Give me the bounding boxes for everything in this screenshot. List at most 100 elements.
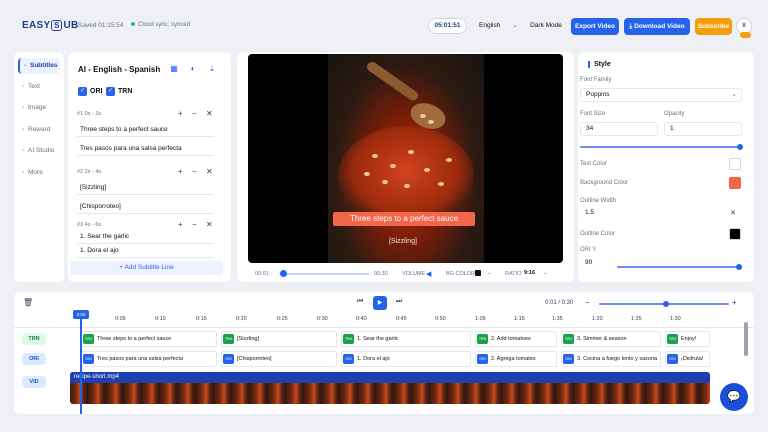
ori-y-label: ORI Y [580,247,597,253]
slider-knob[interactable] [737,144,743,150]
video-preview[interactable]: Three steps to a perfect sauce [Sizzling… [248,54,563,263]
avatar[interactable]: 8 [736,18,752,38]
ori-label: ORI [90,88,103,95]
export-video-button[interactable]: Export Video [571,18,619,35]
close-icon[interactable]: ✕ [206,220,213,229]
left-nav: Subtitles Text Image Reward AI Studio Mo… [14,52,64,282]
ratio-select[interactable]: 9:16 [524,270,535,276]
opacity-input[interactable]: 1 [664,122,742,136]
cue-trn-field[interactable]: Tres pasos para una salsa perfecta [77,142,214,156]
outline-color-swatch[interactable] [729,228,741,240]
cue-ori-field[interactable]: [Sizzling] [77,181,214,195]
download-icon[interactable]: ⤓ [206,63,218,75]
cue-trn-field[interactable]: [Chisporroteo] [77,200,214,214]
volume-icon[interactable]: ◀ [426,270,431,278]
trn-checkbox[interactable]: ✓ [106,87,115,96]
ori-y-input[interactable]: 90 [580,257,612,271]
nav-item-image[interactable]: Image [18,100,60,116]
timeline-scrollbar[interactable] [744,322,748,356]
chevron-down-icon[interactable]: ⌄ [543,270,548,276]
minus-icon[interactable]: − [192,167,197,176]
ori-clip[interactable]: ORI 1. Dora el ajo [341,351,471,367]
close-icon[interactable]: ✕ [206,167,213,176]
cue-ori-field[interactable]: 1. Sear the garlic [77,230,214,244]
trn-clip[interactable]: TRN Three steps to a perfect sauce [81,331,217,347]
ori-clip[interactable]: ORI ¡Disfruta! [665,351,710,367]
download-video-button[interactable]: ⤓ Download Video [624,18,690,35]
slider-knob[interactable] [663,301,669,307]
close-icon[interactable]: ✕ [206,109,213,118]
bg-color-swatch[interactable] [475,270,481,276]
nav-item-ai-studio[interactable]: AI Studio [18,143,60,159]
top-bar: EASY S UB Saved 01:15:54 Cloud sync: synce… [0,0,768,50]
trn-clip[interactable]: TRN 1. Sear the garlic [341,331,471,347]
ori-checkbox[interactable]: ✓ [78,87,87,96]
subtitle-panel: AI - English - Spanish ▦ ◐ ⤓ ✓ ORI ✓ TRN… [68,52,231,282]
add-icon[interactable]: + [178,167,183,176]
font-family-select[interactable]: Poppins ⌄ [580,88,742,102]
slider-knob[interactable] [736,264,742,270]
subtitle-caption-secondary[interactable]: [Sizzling] [383,235,423,248]
ori-clip[interactable]: ORI Tres pasos para una salsa perfecta [81,351,217,367]
chevron-down-icon[interactable]: ⌄ [487,270,492,276]
nav-item-subtitles[interactable]: Subtitles [18,58,60,74]
time-tick: 0:25 [277,316,288,322]
language-select[interactable]: English ⌄ [476,18,520,34]
add-icon[interactable]: + [178,109,183,118]
time-tick: 1:20 [592,316,603,322]
subscribe-button[interactable]: Subscribe [695,18,732,35]
nav-item-text[interactable]: Text [18,79,60,95]
cue-meta: #2 2s - 4s [77,169,102,175]
time-tick: 0:05 [115,316,126,322]
text-color-swatch[interactable] [729,158,741,170]
ori-clip[interactable]: ORI 2. Agrega tomates [475,351,557,367]
time-tick: 1:05 [475,316,486,322]
track-label-ori: ORI [22,353,46,365]
font-family-label: Font Family [580,77,612,83]
skip-forward-icon[interactable]: ⏭ [396,298,402,306]
minus-icon[interactable]: − [192,220,197,229]
subtitle-caption-main[interactable]: Three steps to a perfect sauce [333,212,475,226]
grid-icon[interactable]: ▦ [168,63,180,75]
cue-meta: #3 4s - 6s [77,222,102,228]
zoom-in-button[interactable]: + [732,298,737,307]
scrubber-knob[interactable] [280,270,287,277]
background-color-label: Background Color [580,180,629,186]
outline-width-label: Outline Width [580,198,617,204]
time-tick: 0:30 [317,316,328,322]
time-tick: 0:40 [356,316,367,322]
add-icon[interactable]: + [178,220,183,229]
clear-outline-icon[interactable]: ✕ [726,207,740,221]
add-subtitle-line-button[interactable]: + Add Subtitle Line [70,261,223,275]
trn-clip[interactable]: TRN Enjoy! [665,331,710,347]
playhead[interactable]: 0:00 [73,310,89,414]
trn-clip[interactable]: TRN [Sizzling] [221,331,337,347]
ori-clip[interactable]: ORI [Chisporroteo] [221,351,337,367]
zoom-out-button[interactable]: − [585,298,590,307]
cue-trn-field[interactable]: 1. Dora el ajo [77,244,214,258]
cue-ori-field[interactable]: Three steps to a perfect sauce [77,123,214,137]
trn-clip[interactable]: TRN 2. Add tomatoes [475,331,557,347]
skip-back-icon[interactable]: ⏮ [357,298,363,306]
minus-icon[interactable]: − [192,109,197,118]
nav-item-more[interactable]: More [18,165,60,181]
palette-icon[interactable]: ◐ [187,63,199,75]
style-panel: Style Font Family Poppins ⌄ Font Size 34 … [578,52,754,282]
time-tick: 0:20 [236,316,247,322]
ori-clip[interactable]: ORI 3. Cocina a fuego lento y sazona [561,351,661,367]
opacity-slider[interactable] [580,144,743,150]
trash-icon[interactable]: 🗑 [23,298,33,307]
dark-mode-button[interactable]: Dark Mode [528,18,564,34]
outline-width-input[interactable]: 1.5 [580,207,620,221]
chat-support-button[interactable]: 💬 [720,383,748,411]
timeline-zoom-slider[interactable] [599,301,729,307]
playback-scrubber[interactable] [279,270,369,277]
font-size-input[interactable]: 34 [580,122,658,136]
background-color-swatch[interactable] [729,177,741,189]
nav-item-reward[interactable]: Reward [18,122,60,138]
ori-y-slider[interactable] [617,264,742,270]
trn-clip[interactable]: TRN 3. Simmer & season [561,331,661,347]
play-button[interactable]: ▶ [373,296,387,310]
subtitle-track-title: AI - English - Spanish [78,65,161,74]
video-clip[interactable]: recipe-short.mp4 [70,372,710,404]
